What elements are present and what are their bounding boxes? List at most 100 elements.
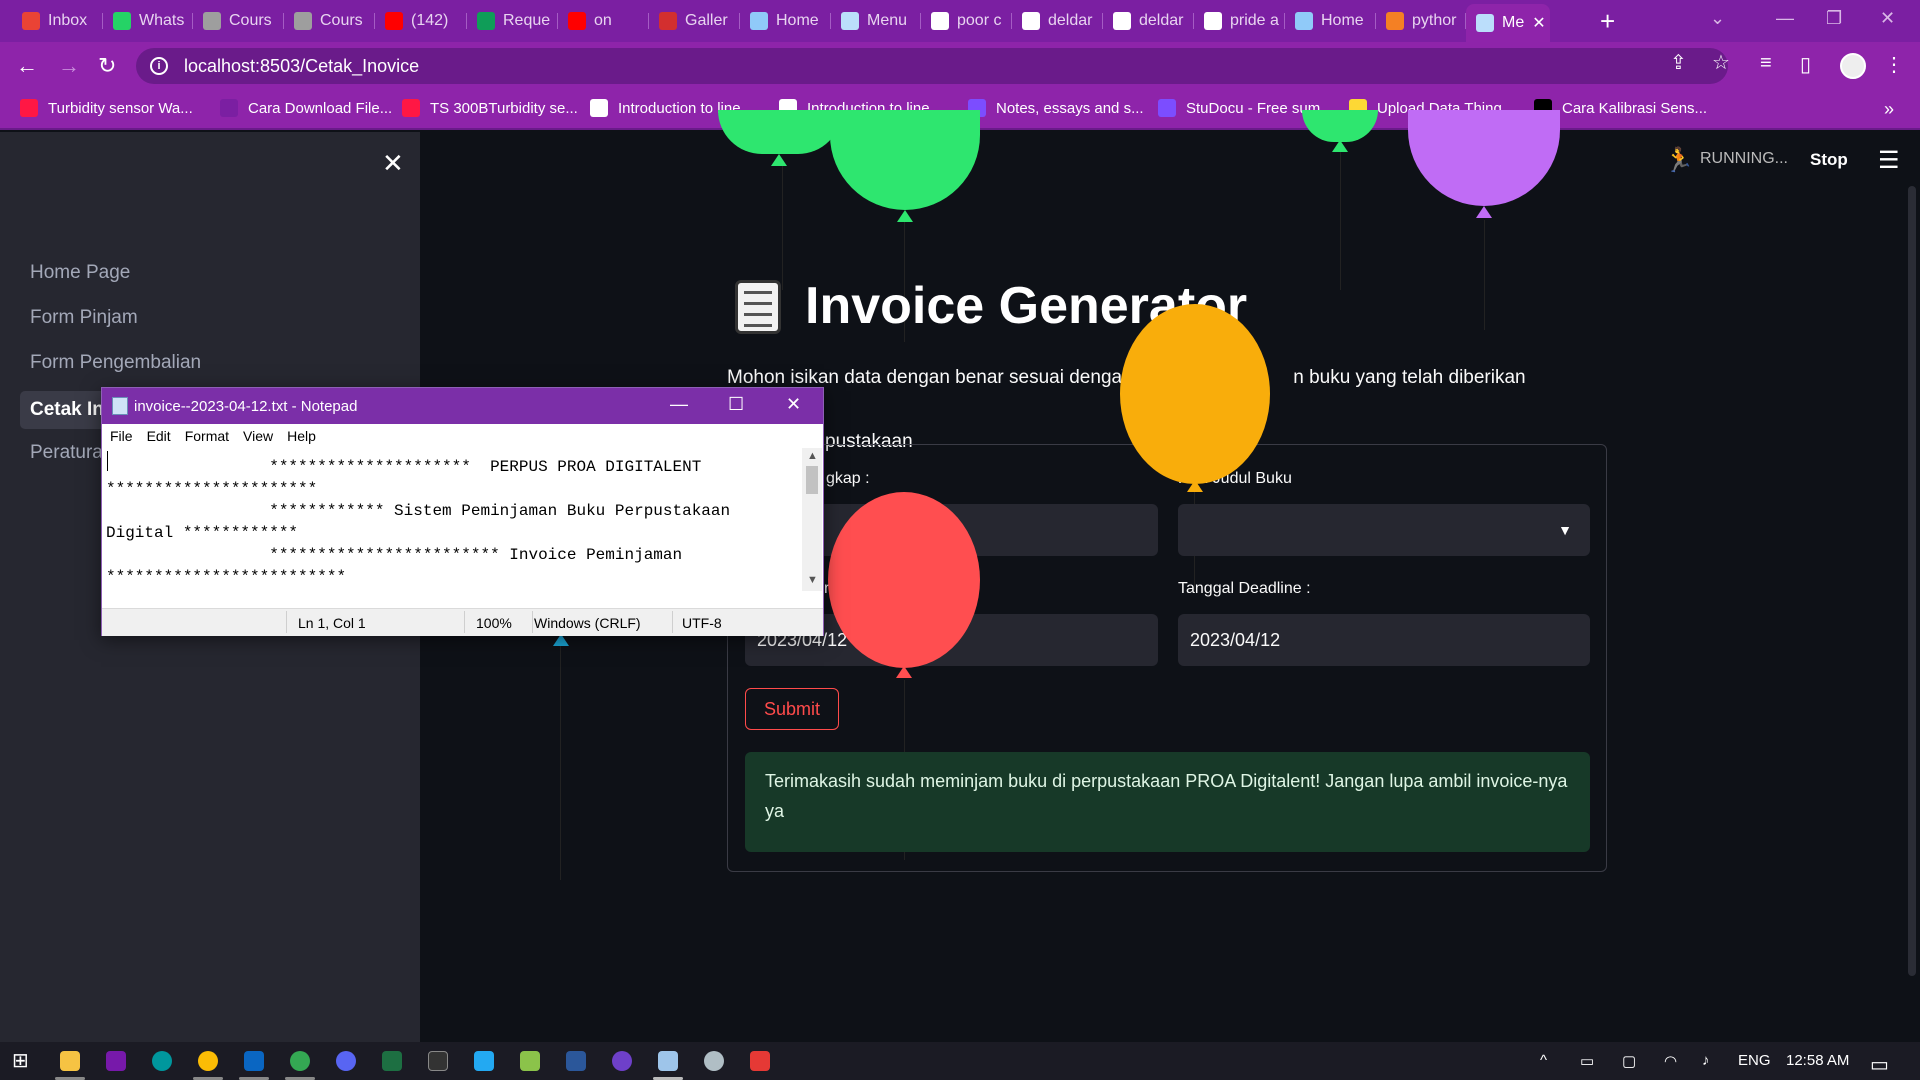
clock[interactable]: 12:58 AM <box>1786 1052 1849 1069</box>
onenote-icon[interactable] <box>106 1051 126 1071</box>
browser-tab[interactable]: Home <box>1285 4 1376 38</box>
close-sidebar-icon[interactable]: ✕ <box>382 148 404 179</box>
sidebar-item-form-pinjam[interactable]: Form Pinjam <box>30 307 138 329</box>
notifications-icon[interactable]: ▭ <box>1870 1052 1889 1077</box>
scroll-down-icon[interactable]: ▼ <box>807 574 818 586</box>
word-icon[interactable] <box>566 1051 586 1071</box>
reload-icon[interactable]: ↻ <box>98 52 116 80</box>
browser-tab[interactable]: Reque <box>467 4 558 38</box>
bookmarks-overflow-button[interactable]: » <box>1884 99 1894 120</box>
browser-tab[interactable]: deldar <box>1012 4 1103 38</box>
browser-tab[interactable]: Cours <box>193 4 284 38</box>
forward-icon[interactable]: → <box>58 52 80 80</box>
file-explorer-icon[interactable] <box>60 1051 80 1071</box>
webstorm-icon[interactable] <box>244 1051 264 1071</box>
browser-tab[interactable]: Whats <box>103 4 193 38</box>
media-control-icon[interactable]: ≡ <box>1760 52 1772 75</box>
bookmark-item[interactable]: TS 300BTurbidity se... <box>402 99 578 117</box>
profile-avatar[interactable] <box>1840 53 1866 79</box>
text-caret <box>107 451 108 471</box>
app-icon[interactable] <box>750 1051 770 1071</box>
close-window-icon[interactable]: ✕ <box>1880 8 1895 29</box>
browser-tab[interactable]: deldar <box>1103 4 1194 38</box>
bookmark-item[interactable]: Turbidity sensor Wa... <box>20 99 193 117</box>
sidebar-item-peraturan[interactable]: Peratura <box>30 442 103 464</box>
cisco-icon <box>294 12 312 30</box>
back-icon[interactable]: ← <box>16 52 38 80</box>
bookmark-star-icon[interactable]: ☆ <box>1712 50 1730 75</box>
bookmark-item[interactable]: Cara Download File... <box>220 99 392 117</box>
google-icon <box>931 12 949 30</box>
browser-tab[interactable]: Home <box>740 4 831 38</box>
browser-tab[interactable]: on <box>558 4 649 38</box>
bookmark-favicon-icon <box>1158 99 1176 117</box>
deadline-date-input[interactable]: 2023/04/12 <box>1178 614 1590 666</box>
browser-tab[interactable]: Menu <box>831 4 921 38</box>
browser-tab[interactable]: pride a <box>1194 4 1285 38</box>
tab-label: on <box>594 12 612 29</box>
excel-icon[interactable] <box>382 1051 402 1071</box>
name-label: gkap : <box>826 470 870 487</box>
minimize-icon[interactable]: — <box>1776 8 1794 29</box>
notepad-taskbar-icon[interactable] <box>658 1051 678 1071</box>
browser-tab[interactable]: (142) <box>375 4 467 38</box>
bookmark-item[interactable]: Notes, essays and s... <box>968 99 1144 117</box>
minimize-icon[interactable]: — <box>670 394 688 415</box>
sidebar-item-form-pengembalian[interactable]: Form Pengembalian <box>30 352 201 374</box>
windows-start-icon[interactable]: ⊞ <box>12 1051 32 1071</box>
menu-help[interactable]: Help <box>287 428 316 444</box>
language-indicator[interactable]: ENG <box>1738 1052 1771 1069</box>
device-icon[interactable]: ▢ <box>1622 1052 1636 1070</box>
menu-edit[interactable]: Edit <box>147 428 171 444</box>
menu-format[interactable]: Format <box>185 428 229 444</box>
github-desktop-icon[interactable] <box>612 1051 632 1071</box>
url-text[interactable]: localhost:8503/Cetak_Inovice <box>184 56 419 77</box>
bookmark-favicon-icon <box>220 99 238 117</box>
browser-tab[interactable]: Me ✕ <box>1466 4 1550 42</box>
tab-search-icon[interactable]: ⌄ <box>1710 8 1725 29</box>
sidebar-item-home-page[interactable]: Home Page <box>30 262 130 284</box>
close-tab-icon[interactable]: ✕ <box>1532 13 1545 33</box>
share-icon[interactable]: ⇪ <box>1670 50 1687 75</box>
browser-tab[interactable]: pythor <box>1376 4 1466 38</box>
wifi-icon[interactable]: ◠ <box>1664 1052 1677 1070</box>
browser-menu-icon[interactable]: ⋮ <box>1884 52 1904 77</box>
running-status: RUNNING... <box>1700 150 1788 167</box>
browser-tab[interactable]: Inbox <box>12 4 103 38</box>
menu-file[interactable]: File <box>110 428 133 444</box>
browser-tab[interactable]: Galler <box>649 4 740 38</box>
chevron-up-icon[interactable]: ^ <box>1540 1052 1547 1069</box>
tab-label: Whats <box>139 12 185 29</box>
chrome-profile-icon[interactable] <box>290 1051 310 1071</box>
browser-tab[interactable]: poor c <box>921 4 1012 38</box>
side-panel-icon[interactable]: ▯ <box>1800 52 1811 77</box>
book-select[interactable]: ▼ <box>1178 504 1590 556</box>
notepad-scroll-thumb[interactable] <box>806 466 818 494</box>
menu-view[interactable]: View <box>243 428 273 444</box>
scroll-up-icon[interactable]: ▲ <box>807 450 818 462</box>
submit-button[interactable]: Submit <box>745 688 839 730</box>
notepad-titlebar[interactable]: invoice--2023-04-12.txt - Notepad — ☐ ✕ <box>102 388 823 424</box>
new-tab-button[interactable]: + <box>1600 8 1615 34</box>
page-scrollbar[interactable] <box>1908 186 1916 976</box>
restore-icon[interactable]: ❐ <box>1826 8 1842 29</box>
discord-icon[interactable] <box>336 1051 356 1071</box>
vscode-icon[interactable] <box>474 1051 494 1071</box>
terminal-icon[interactable] <box>428 1051 448 1071</box>
arduino-icon[interactable] <box>152 1051 172 1071</box>
chrome-icon[interactable] <box>198 1051 218 1071</box>
battery-icon[interactable]: ▭ <box>1580 1052 1594 1070</box>
site-info-icon[interactable]: i <box>150 57 168 75</box>
maximize-icon[interactable]: ☐ <box>728 394 744 415</box>
app-menu-icon[interactable]: ☰ <box>1878 146 1900 175</box>
address-bar[interactable]: i localhost:8503/Cetak_Inovice <box>136 48 1728 84</box>
volume-icon[interactable]: ♪ <box>1702 1052 1710 1069</box>
notepad-icon <box>1476 14 1494 32</box>
tab-label: Cours <box>229 12 272 29</box>
browser-tab[interactable]: Cours <box>284 4 375 38</box>
notepad-text-area[interactable]: ********************* PERPUS PROA DIGITA… <box>106 450 802 590</box>
stop-button[interactable]: Stop <box>1810 150 1848 170</box>
close-icon[interactable]: ✕ <box>786 394 801 415</box>
notepadpp-icon[interactable] <box>520 1051 540 1071</box>
snipping-tool-icon[interactable] <box>704 1051 724 1071</box>
